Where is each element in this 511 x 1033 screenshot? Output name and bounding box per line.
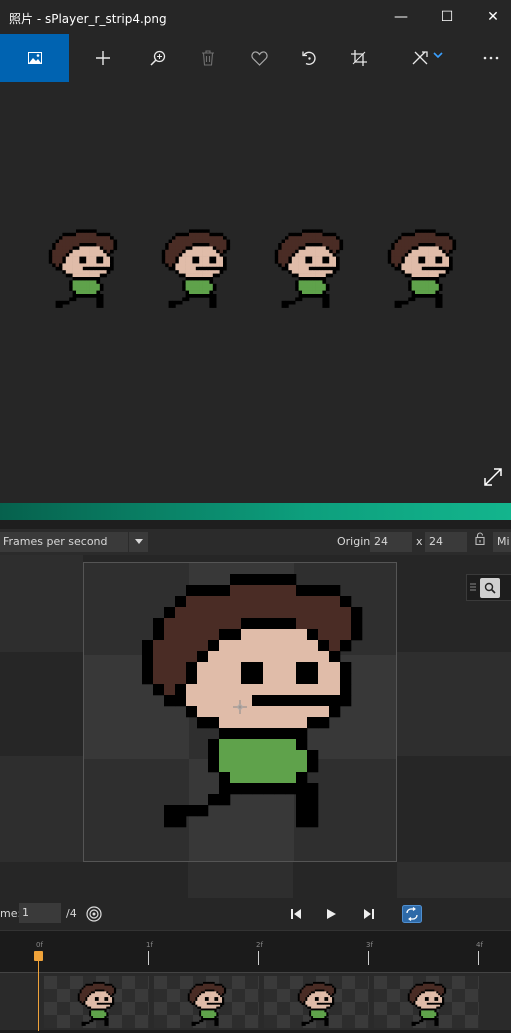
more-icon [483, 56, 499, 60]
origin-label: Origin [337, 535, 371, 548]
dropdown-button[interactable] [128, 532, 148, 552]
rotate-icon [302, 51, 316, 65]
last-frame-button[interactable] [357, 902, 381, 926]
crop-button[interactable] [336, 34, 382, 82]
window-separator [0, 503, 511, 520]
play-icon [327, 909, 336, 919]
tick-label: 4f [476, 941, 483, 949]
origin-separator: x [416, 535, 423, 548]
delete-button[interactable] [185, 34, 231, 82]
expand-icon [484, 468, 502, 486]
lock-icon [475, 532, 485, 546]
origin-preset-select[interactable]: Mi [493, 532, 511, 552]
tick-mark [478, 951, 479, 965]
checker-cell [293, 862, 397, 898]
loop-button[interactable] [400, 902, 424, 926]
checker-cell [397, 756, 511, 862]
fullscreen-button[interactable] [483, 467, 503, 491]
origin-crosshair-icon[interactable] [233, 699, 247, 718]
window-title: 照片 - sPlayer_r_strip4.png [9, 12, 167, 26]
zoom-panel [466, 574, 511, 601]
zoom-in-icon [150, 50, 166, 66]
strip-frame [161, 229, 231, 308]
screen: 照片 - sPlayer_r_strip4.png — ☐ ✕ Frames p… [0, 0, 511, 1033]
checker-cell [0, 756, 83, 862]
minimize-button[interactable]: — [378, 0, 424, 34]
photos-window: 照片 - sPlayer_r_strip4.png — ☐ ✕ [0, 0, 511, 503]
playhead[interactable] [38, 951, 39, 1031]
first-frame-button[interactable] [284, 902, 308, 926]
playback-bar: me: 1 /4 [0, 898, 511, 930]
zoom-button[interactable] [480, 578, 500, 598]
checker-cell [188, 862, 293, 898]
maximize-button[interactable]: ☐ [424, 0, 470, 34]
tick-label: 2f [256, 941, 263, 949]
strip-frame [274, 229, 344, 308]
skip-forward-icon [364, 909, 374, 919]
checker-cell [397, 555, 511, 652]
checker-cell [83, 862, 188, 898]
checker-cell [397, 652, 511, 756]
rotate-button[interactable] [286, 34, 332, 82]
image-icon [27, 52, 42, 64]
sprite-canvas[interactable] [0, 555, 511, 898]
triangle-down-icon [134, 539, 143, 544]
checker-cell [397, 862, 511, 898]
tick-label: 0f [36, 941, 43, 949]
skip-back-icon [291, 909, 301, 919]
sprite-editor-toolbar: Frames per second Origin 24 x 24 Mi [0, 529, 511, 555]
loop-icon [402, 905, 422, 923]
edit-draw-button[interactable] [404, 34, 450, 82]
zoom-button[interactable] [135, 34, 181, 82]
tick-mark [148, 951, 149, 965]
edit-icon [412, 51, 428, 65]
more-button[interactable] [468, 34, 511, 82]
checker-cell [0, 555, 83, 652]
tick-mark [258, 951, 259, 965]
title-bar: 照片 - sPlayer_r_strip4.png — ☐ ✕ [0, 0, 511, 34]
panel-gap [0, 520, 511, 529]
favorite-button[interactable] [236, 34, 282, 82]
tick-label: 3f [366, 941, 373, 949]
timeline[interactable]: 0f 1f 2f 3f 4f [0, 930, 511, 1033]
strip-frame [48, 229, 118, 308]
frame-thumbnail[interactable] [44, 976, 161, 1028]
checker-cell [0, 862, 83, 898]
sprite-strip-image [48, 229, 457, 308]
frame-track [0, 972, 511, 1030]
toolbar [0, 34, 511, 82]
frame-thumbnail[interactable] [154, 976, 271, 1028]
playback-mode-select[interactable]: Frames per second [0, 532, 128, 552]
frame-thumbnail[interactable] [264, 976, 381, 1028]
magnifier-icon [484, 582, 496, 594]
strip-frame [387, 229, 457, 308]
grip-icon [470, 583, 476, 591]
tick-mark [368, 951, 369, 965]
crop-icon [351, 50, 367, 66]
chevron-down-icon [433, 52, 443, 59]
image-viewer [0, 82, 511, 503]
frame-thumbnail[interactable] [374, 976, 491, 1028]
tick-label: 1f [146, 941, 153, 949]
plus-icon [96, 51, 110, 65]
lock-button[interactable] [470, 532, 490, 552]
origin-x-input[interactable]: 24 [370, 532, 412, 552]
view-image-button[interactable] [0, 34, 69, 82]
onion-skin-button[interactable] [82, 902, 106, 926]
add-button[interactable] [80, 34, 126, 82]
checker-cell [0, 652, 83, 756]
frame-input[interactable]: 1 [19, 903, 61, 923]
origin-y-input[interactable]: 24 [425, 532, 467, 552]
playhead-handle[interactable] [34, 951, 43, 961]
heart-icon [250, 50, 268, 66]
close-button[interactable]: ✕ [470, 0, 511, 34]
play-button[interactable] [319, 902, 343, 926]
onion-skin-icon [86, 906, 102, 922]
trash-icon [202, 50, 214, 66]
frame-total: /4 [66, 907, 77, 920]
